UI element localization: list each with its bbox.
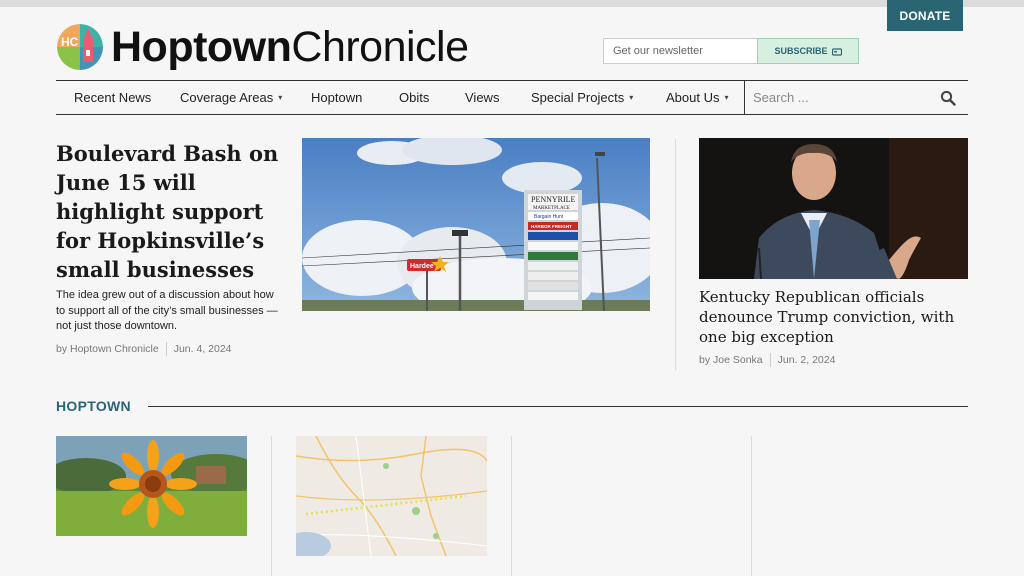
mailbox-icon (831, 47, 842, 56)
section-heading-hoptown[interactable]: HOPTOWN (56, 398, 131, 414)
marketplace-sign-text: MARKETPLACE (533, 206, 570, 211)
nav-special-projects[interactable]: Special Projects ▾ (531, 90, 633, 105)
lead-story-photo[interactable]: Hardee's PENNYRILE MARKETPLACE Bargain H… (302, 138, 650, 311)
harbor-freight-sign-text: HARBOR FREIGHT (531, 224, 572, 229)
chevron-down-icon: ▾ (724, 93, 729, 102)
lead-story-headline[interactable]: Boulevard Bash on June 15 will highlight… (56, 139, 286, 284)
subscribe-button[interactable]: SUBSCRIBE (757, 38, 859, 64)
side-story-photo[interactable] (699, 138, 968, 279)
newsletter-email-input[interactable]: Get our newsletter (603, 38, 758, 64)
nav-label: Views (465, 90, 500, 105)
logo-wordmark: HoptownChronicle (111, 25, 469, 69)
chevron-down-icon: ▾ (629, 93, 634, 102)
date: Jun. 4, 2024 (173, 343, 232, 355)
nav-label: Recent News (74, 90, 152, 105)
side-story-meta: by Joe Sonka Jun. 2, 2024 (699, 353, 835, 367)
nav-label: Hoptown (311, 90, 363, 105)
donate-button[interactable]: DONATE (887, 0, 963, 31)
logo-name-bold: Hoptown (111, 23, 292, 71)
lead-story-excerpt: The idea grew out of a discussion about … (56, 289, 278, 332)
nav-about-us[interactable]: About Us ▾ (666, 90, 729, 105)
bargain-hunt-sign-text: Bargain Hunt (534, 214, 564, 220)
search-input[interactable]: Search ... (744, 80, 968, 115)
byline[interactable]: by Joe Sonka (699, 354, 763, 366)
nav-label: About Us (666, 90, 720, 105)
site-logo[interactable]: HC HoptownChronicle (57, 24, 469, 70)
card-divider (511, 436, 512, 576)
nav-views[interactable]: Views (465, 90, 499, 105)
meta-divider (769, 353, 771, 367)
date: Jun. 2, 2024 (777, 354, 836, 366)
nav-obits[interactable]: Obits (399, 90, 429, 105)
logo-mark-text: HC (61, 35, 79, 49)
column-divider (675, 139, 676, 370)
story-card-photo[interactable] (56, 436, 247, 536)
nav-coverage-areas[interactable]: Coverage Areas ▾ (180, 90, 282, 105)
card-divider (751, 436, 752, 576)
card-divider (271, 436, 272, 576)
subscribe-label: SUBSCRIBE (774, 46, 828, 56)
logo-name-light: Chronicle (291, 23, 469, 71)
nav-hoptown[interactable]: Hoptown (311, 90, 362, 105)
nav-recent-news[interactable]: Recent News (74, 90, 151, 105)
section-rule (148, 406, 968, 407)
main-nav: Recent News Coverage Areas ▾ Hoptown Obi… (56, 80, 968, 115)
logo-mark-icon: HC (57, 24, 103, 70)
pennyrile-sign-text: PENNYRILE (531, 195, 576, 204)
search-icon[interactable] (940, 90, 956, 106)
chevron-down-icon: ▾ (278, 93, 283, 102)
nav-label: Obits (399, 90, 430, 105)
story-card-map[interactable] (296, 436, 487, 556)
search-placeholder: Search ... (753, 90, 809, 105)
side-story-headline[interactable]: Kentucky Republican officials denounce T… (699, 287, 971, 347)
meta-divider (165, 342, 167, 356)
top-border (0, 0, 1024, 7)
nav-label: Special Projects (531, 90, 625, 105)
lead-story-meta: by Hoptown Chronicle Jun. 4, 2024 (56, 342, 232, 356)
byline[interactable]: by Hoptown Chronicle (56, 343, 159, 355)
nav-label: Coverage Areas (180, 90, 274, 105)
